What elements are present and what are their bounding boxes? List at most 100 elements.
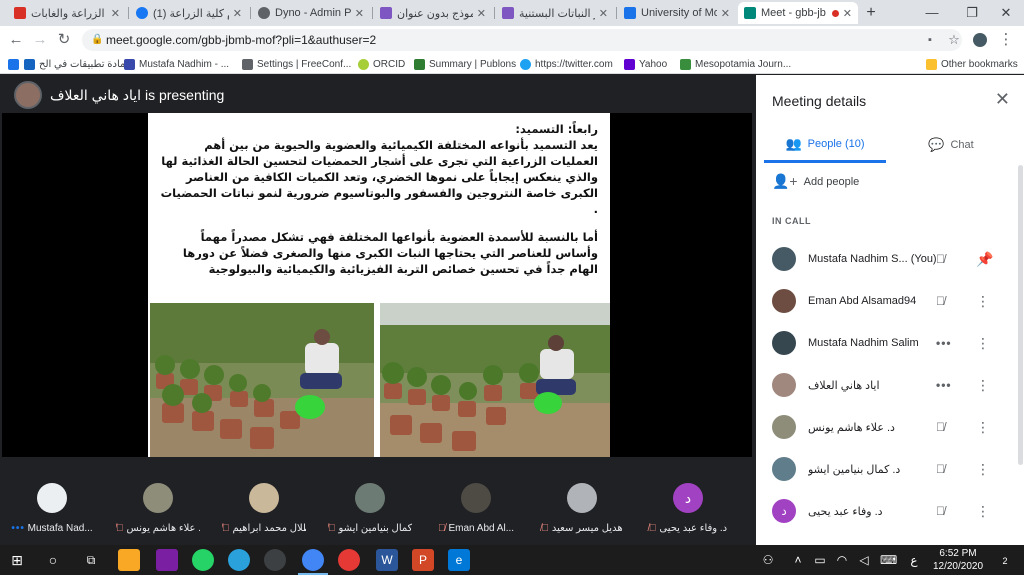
folder-icon xyxy=(926,58,937,70)
other-bookmarks[interactable]: Other bookmarks xyxy=(926,56,1018,72)
reload-icon[interactable]: ↻ xyxy=(54,30,74,50)
camera-icon[interactable]: ▪ xyxy=(920,30,940,50)
panel-scrollbar[interactable] xyxy=(1018,165,1023,465)
meet-window: اياد هاني العلاف is presenting رابعاً: ا… xyxy=(0,75,1024,545)
keyboard-icon[interactable]: ⌨ xyxy=(880,549,897,571)
participant-row[interactable]: د د. وفاء عبد يحيى 🎙̸ ⋮ xyxy=(756,491,1016,531)
participant-row[interactable]: Eman Abd Alsamad94 🎙̸ ⋮ xyxy=(756,281,1016,321)
more-options-icon[interactable]: ⋮ xyxy=(976,419,990,436)
tab-dyno[interactable]: Dyno - Admin Panel ✕ xyxy=(252,2,370,24)
telegram-icon[interactable] xyxy=(228,549,250,571)
address-bar[interactable]: 🔒 meet.google.com/gbb-jbmb-mof?pli=1&aut… xyxy=(82,29,962,51)
browser-tab-strip: كلية الزراعة والغابات ✕ (1) إعلام كلية ا… xyxy=(0,0,1024,26)
close-window-button[interactable]: ✕ xyxy=(986,0,1024,26)
tab-form[interactable]: نموذج بدون عنوان ✕ xyxy=(374,2,492,24)
people-icon[interactable]: ⚇ xyxy=(760,549,776,571)
back-icon[interactable]: ← xyxy=(6,30,26,50)
bookmark-item[interactable]: Mustafa Nadhim - ... xyxy=(124,56,229,72)
bookmark-item[interactable]: Yahoo xyxy=(624,56,667,72)
participant-tile[interactable]: 🎙̸ د. علاء هاشم يونس xyxy=(116,479,200,545)
chrome-icon[interactable] xyxy=(302,549,324,571)
tab-university[interactable]: University of Mosul ✕ xyxy=(618,2,736,24)
tab-college[interactable]: كلية الزراعة والغابات ✕ xyxy=(8,2,126,24)
whatsapp-icon[interactable] xyxy=(192,549,214,571)
mic-off-icon: 🎙̸ xyxy=(936,462,945,476)
close-icon[interactable]: ✕ xyxy=(721,7,730,20)
app-icon[interactable] xyxy=(338,549,360,571)
close-icon[interactable]: ✕ xyxy=(355,7,364,20)
tab-horticulture[interactable]: دور النباتات البستنية ✕ xyxy=(496,2,614,24)
close-icon[interactable]: ✕ xyxy=(599,7,608,20)
more-options-icon[interactable]: ⋮ xyxy=(976,377,990,394)
bookmark-star-icon[interactable]: ☆ xyxy=(944,30,964,50)
participant-tile[interactable]: د 🎙̸ د. وفاء عبد يحيى xyxy=(646,479,730,545)
forward-icon[interactable]: → xyxy=(30,30,50,50)
bookmark-item[interactable]: Settings | FreeConf... xyxy=(242,56,351,72)
participant-tile[interactable]: ••• Mustafa Nad... xyxy=(10,479,94,545)
presentation-stage: اياد هاني العلاف is presenting رابعاً: ا… xyxy=(0,75,756,545)
avatar xyxy=(772,331,796,355)
close-icon[interactable]: ✕ xyxy=(233,7,242,20)
tab-meet[interactable]: Meet - gbb-jb ✕ xyxy=(738,2,858,24)
app-icon[interactable] xyxy=(156,549,178,571)
tab-favicon-icon xyxy=(14,7,26,19)
wifi-icon[interactable]: ◠ xyxy=(834,549,850,571)
tab-people[interactable]: 👥 People (10) xyxy=(764,127,886,163)
avatar: د xyxy=(772,499,796,523)
speaking-indicator-icon: ••• xyxy=(11,523,25,534)
minimize-button[interactable]: — xyxy=(912,0,952,26)
shared-screen: رابعاً: التسميد: يعد التسميد بأنواعه الم… xyxy=(2,113,752,457)
notifications-icon[interactable]: 2 xyxy=(994,549,1016,571)
profile-avatar[interactable] xyxy=(970,30,990,50)
language-indicator[interactable]: ع xyxy=(906,549,922,571)
bookmark-item[interactable]: https://twitter.com xyxy=(520,56,613,72)
mic-off-icon: 🎙̸ xyxy=(936,294,945,308)
close-icon[interactable]: ✕ xyxy=(843,7,852,20)
close-icon[interactable]: ✕ xyxy=(111,7,120,20)
edge-icon[interactable]: e xyxy=(448,549,470,571)
word-icon[interactable]: W xyxy=(376,549,398,571)
bookmark-item[interactable]: Summary | Publons xyxy=(414,56,516,72)
pin-icon[interactable]: 📌 xyxy=(976,251,993,268)
file-explorer-icon[interactable] xyxy=(118,549,140,571)
more-options-icon[interactable]: ⋮ xyxy=(976,293,990,310)
app-icon[interactable] xyxy=(264,549,286,571)
search-icon[interactable]: ○ xyxy=(42,549,64,571)
add-people-button[interactable]: 👤+ Add people xyxy=(772,173,859,190)
tab-title: كلية الزراعة والغابات xyxy=(31,7,107,20)
url-text: meet.google.com/gbb-jbmb-mof?pli=1&authu… xyxy=(106,33,377,47)
participant-row[interactable]: Mustafa Nadhim Salim ••• ⋮ xyxy=(756,323,1016,363)
participant-tile[interactable]: 🎙̸ ظلال محمد ابراهيم xyxy=(222,479,306,545)
powerpoint-icon[interactable]: P xyxy=(412,549,434,571)
globe-icon xyxy=(258,7,270,19)
participant-row[interactable]: اياد هاني العلاف ••• ⋮ xyxy=(756,365,1016,405)
tab-facebook[interactable]: (1) إعلام كلية الزراعة ✕ xyxy=(130,2,248,24)
windows-taskbar: ⊞ ○ ⧉ W P e ⚇ ˄ ▭ ◠ ◁ ⌨ ع 6:52 PM 12/20/… xyxy=(0,545,1024,575)
bookmark-item[interactable]: مادة تطبيقات في الح... xyxy=(24,56,134,72)
close-icon[interactable]: ✕ xyxy=(477,7,486,20)
menu-icon[interactable]: ⋮ xyxy=(996,30,1016,50)
apps-icon[interactable] xyxy=(8,56,23,72)
task-view-icon[interactable]: ⧉ xyxy=(80,549,102,571)
network-icon[interactable]: ▭ xyxy=(812,549,828,571)
tab-chat[interactable]: 💬 Chat xyxy=(890,127,1012,163)
close-icon[interactable]: ✕ xyxy=(995,89,1010,110)
people-icon: 👥 xyxy=(785,135,802,151)
windows-start-icon[interactable]: ⊞ xyxy=(6,549,28,571)
participant-tile[interactable]: 🎙̸ هديل ميسر سعيد xyxy=(540,479,624,545)
more-options-icon[interactable]: ⋮ xyxy=(976,503,990,520)
bookmark-item[interactable]: Mesopotamia Journ... xyxy=(680,56,791,72)
clock[interactable]: 6:52 PM 12/20/2020 xyxy=(928,547,988,573)
participant-tile[interactable]: 🎙̸د. كمال بنيامين ايشو xyxy=(328,479,412,545)
more-options-icon[interactable]: ⋮ xyxy=(976,461,990,478)
participant-row[interactable]: Mustafa Nadhim S... (You) 🎙̸ 📌 xyxy=(756,239,1016,279)
volume-icon[interactable]: ◁ xyxy=(856,549,872,571)
participant-tile[interactable]: 🎙̸ Eman Abd Al... xyxy=(434,479,518,545)
chevron-up-icon[interactable]: ˄ xyxy=(790,549,806,571)
bookmark-item[interactable]: ORCID xyxy=(358,56,405,72)
participant-row[interactable]: د. كمال بنيامين ايشو 🎙̸ ⋮ xyxy=(756,449,1016,489)
more-options-icon[interactable]: ⋮ xyxy=(976,335,990,352)
participant-row[interactable]: د. علاء هاشم يونس 🎙̸ ⋮ xyxy=(756,407,1016,447)
new-tab-button[interactable]: + xyxy=(858,0,884,26)
avatar xyxy=(772,247,796,271)
